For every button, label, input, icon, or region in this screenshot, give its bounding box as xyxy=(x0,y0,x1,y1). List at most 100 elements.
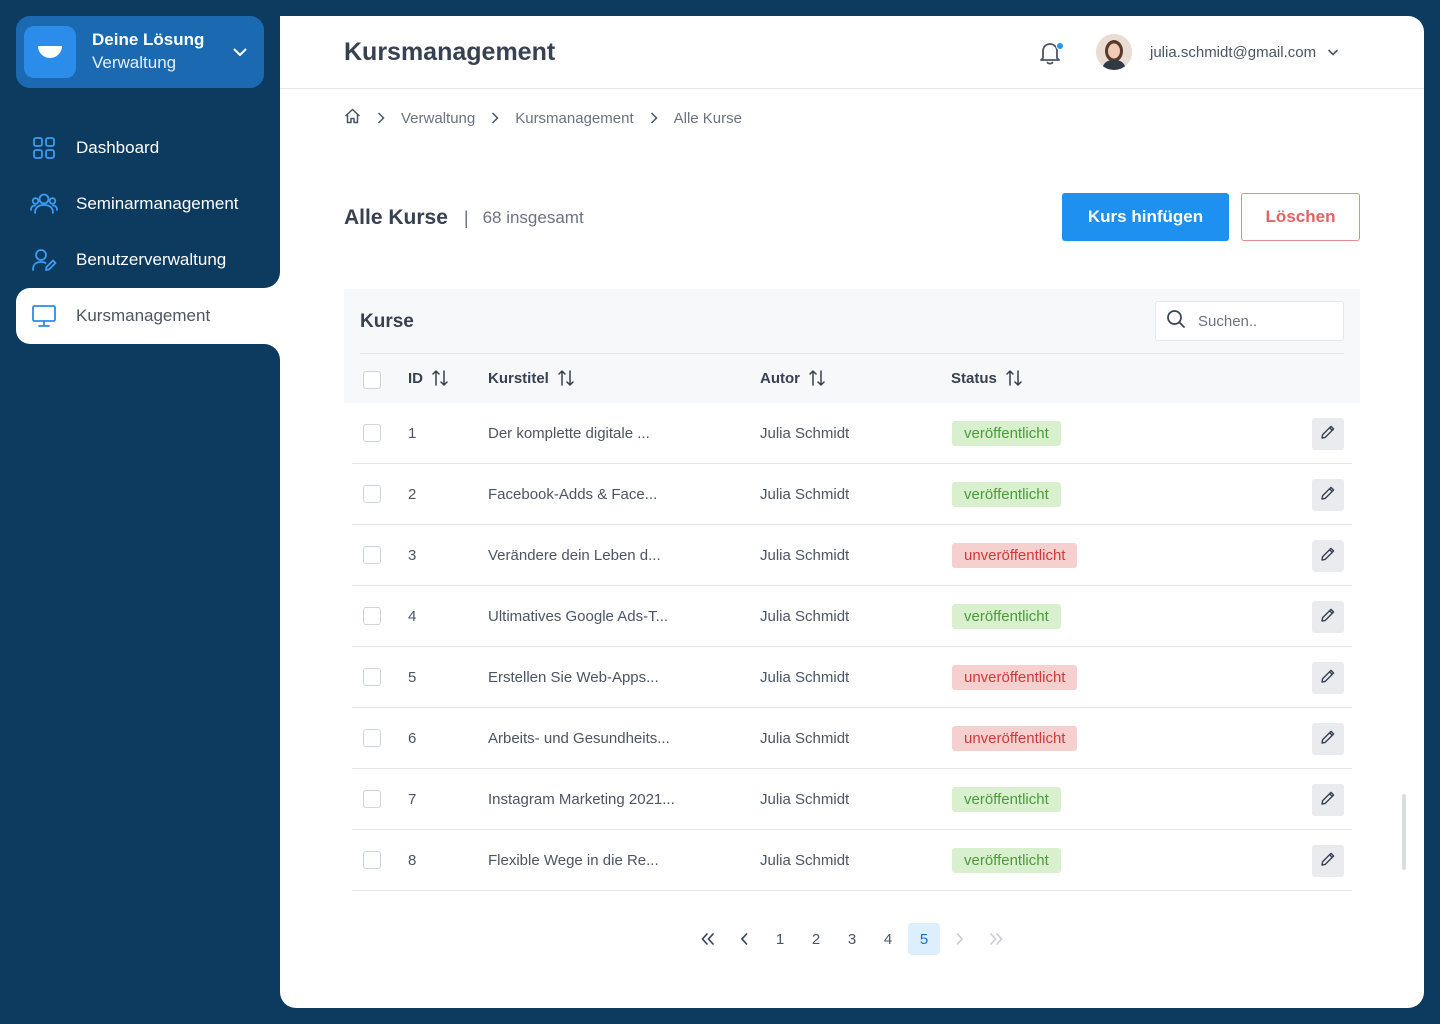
table-header-area: Kurse ID xyxy=(344,289,1360,403)
page-button-current[interactable]: 5 xyxy=(908,923,940,955)
edit-button[interactable] xyxy=(1312,723,1344,755)
page-button[interactable]: 3 xyxy=(836,923,868,955)
sidebar-item-kursmanagement[interactable]: Kursmanagement xyxy=(16,288,280,344)
brand-logo-icon xyxy=(24,26,76,78)
pencil-icon xyxy=(1320,607,1336,628)
brand-subtitle: Verwaltung xyxy=(92,53,177,72)
course-id: 2 xyxy=(408,485,417,503)
column-label: Autor xyxy=(760,369,800,387)
search-input[interactable] xyxy=(1198,312,1328,330)
table-row[interactable]: 4 Ultimatives Google Ads-T... Julia Schmid… xyxy=(352,586,1352,647)
table-row[interactable]: 6 Arbeits- und Gesundheits... Julia Schmid… xyxy=(352,708,1352,769)
top-bar: Kursmanagement julia.schmidt@gmail.com xyxy=(280,16,1424,89)
sidebar-item-dashboard[interactable]: Dashboard xyxy=(16,120,280,176)
sidebar-item-label: Dashboard xyxy=(76,138,160,157)
table-row[interactable]: 1 Der komplette digitale ... Julia Schmidt… xyxy=(352,403,1352,464)
prev-page-icon[interactable] xyxy=(728,923,760,955)
user-menu[interactable]: julia.schmidt@gmail.com xyxy=(1096,34,1338,70)
status-badge: unveröffentlicht xyxy=(952,725,1078,751)
status-badge: veröffentlicht xyxy=(952,786,1061,812)
select-all-checkbox[interactable] xyxy=(363,371,381,389)
section-divider: | xyxy=(463,207,469,228)
edit-button[interactable] xyxy=(1312,479,1344,511)
add-course-button[interactable]: Kurs hinfügen xyxy=(1062,193,1229,241)
home-icon[interactable] xyxy=(344,108,361,128)
user-edit-icon xyxy=(30,246,58,274)
course-id: 3 xyxy=(408,546,417,564)
sidebar-item-seminarmanagement[interactable]: Seminarmanagement xyxy=(16,176,280,232)
course-id: 5 xyxy=(408,668,417,686)
table-title: Kurse xyxy=(360,311,414,332)
breadcrumb-item[interactable]: Verwaltung xyxy=(401,110,475,127)
avatar xyxy=(1096,34,1132,70)
table-row[interactable]: 8 Flexible Wege in die Re... Julia Schmidt… xyxy=(352,830,1352,891)
edit-button[interactable] xyxy=(1312,601,1344,633)
status-badge: veröffentlicht xyxy=(952,603,1061,629)
breadcrumb-item[interactable]: Kursmanagement xyxy=(515,110,633,127)
column-header-author[interactable]: Autor xyxy=(760,369,826,387)
edit-button[interactable] xyxy=(1312,540,1344,572)
course-title: Facebook-Adds & Face... xyxy=(488,485,658,503)
column-header-status[interactable]: Status xyxy=(951,369,1023,387)
notification-bell-icon[interactable] xyxy=(1038,40,1064,68)
nav-curve-decoration xyxy=(264,344,280,360)
row-checkbox[interactable] xyxy=(363,546,381,564)
sort-icon xyxy=(431,369,449,387)
status-badge: unveröffentlicht xyxy=(952,542,1078,568)
last-page-icon[interactable] xyxy=(980,923,1012,955)
search-box xyxy=(1155,301,1344,341)
delete-button[interactable]: Löschen xyxy=(1241,193,1360,241)
course-author: Julia Schmidt xyxy=(760,729,850,747)
scrollbar[interactable] xyxy=(1402,794,1406,870)
page-button[interactable]: 1 xyxy=(764,923,796,955)
pencil-icon xyxy=(1320,851,1336,872)
table-row[interactable]: 7 Instagram Marketing 2021... Julia Schmid… xyxy=(352,769,1352,830)
table-row[interactable]: 3 Verändere dein Leben d... Julia Schmidt u… xyxy=(352,525,1352,586)
section-header: Alle Kurse | 68 insgesamt xyxy=(344,206,584,230)
next-page-icon[interactable] xyxy=(944,923,976,955)
course-id: 1 xyxy=(408,424,417,442)
course-title: Instagram Marketing 2021... xyxy=(488,790,675,808)
edit-button[interactable] xyxy=(1312,784,1344,816)
edit-button[interactable] xyxy=(1312,662,1344,694)
chevron-down-icon xyxy=(228,40,252,64)
course-author: Julia Schmidt xyxy=(760,607,850,625)
first-page-icon[interactable] xyxy=(692,923,724,955)
status-badge: veröffentlicht xyxy=(952,847,1061,873)
row-checkbox[interactable] xyxy=(363,729,381,747)
row-checkbox[interactable] xyxy=(363,668,381,686)
divider xyxy=(360,353,1344,354)
course-id: 4 xyxy=(408,607,417,625)
table-body: 1 Der komplette digitale ... Julia Schmidt… xyxy=(344,403,1360,891)
pagination: 1 2 3 4 5 xyxy=(692,923,1016,955)
page-button[interactable]: 2 xyxy=(800,923,832,955)
sidebar-item-label: Kursmanagement xyxy=(76,306,211,325)
course-title: Ultimatives Google Ads-T... xyxy=(488,607,669,625)
course-title: Flexible Wege in die Re... xyxy=(488,851,659,869)
row-checkbox[interactable] xyxy=(363,790,381,808)
chevron-down-icon xyxy=(1328,49,1338,56)
edit-button[interactable] xyxy=(1312,418,1344,450)
table-row[interactable]: 2 Facebook-Adds & Face... Julia Schmidt ver… xyxy=(352,464,1352,525)
pencil-icon xyxy=(1320,546,1336,567)
column-label: Status xyxy=(951,369,997,387)
row-checkbox[interactable] xyxy=(363,607,381,625)
courses-table: Kurse ID xyxy=(344,289,1360,891)
row-checkbox[interactable] xyxy=(363,424,381,442)
chevron-right-icon xyxy=(650,112,658,124)
sidebar-item-benutzerverwaltung[interactable]: Benutzerverwaltung xyxy=(16,232,280,288)
workspace-switcher[interactable]: Deine Lösung Verwaltung xyxy=(16,16,264,88)
edit-button[interactable] xyxy=(1312,845,1344,877)
table-row[interactable]: 5 Erstellen Sie Web-Apps... Julia Schmidt u… xyxy=(352,647,1352,708)
row-checkbox[interactable] xyxy=(363,851,381,869)
sort-icon xyxy=(1005,369,1023,387)
row-checkbox[interactable] xyxy=(363,485,381,503)
page-button[interactable]: 4 xyxy=(872,923,904,955)
breadcrumb-current: Alle Kurse xyxy=(673,109,742,127)
chevron-right-icon xyxy=(377,112,385,124)
course-author: Julia Schmidt xyxy=(760,485,850,503)
column-header-title[interactable]: Kurstitel xyxy=(488,369,575,387)
status-badge: veröffentlicht xyxy=(952,481,1061,507)
section-title: Alle Kurse xyxy=(344,206,448,229)
column-header-id[interactable]: ID xyxy=(408,369,449,387)
